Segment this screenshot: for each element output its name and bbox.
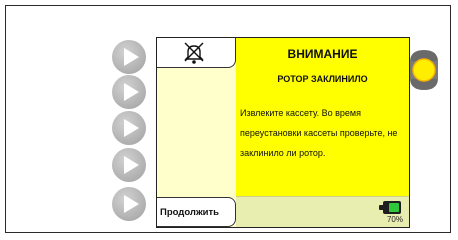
continue-button[interactable]: Продолжить — [157, 197, 236, 227]
alarm-title: ВНИМАНИЕ — [287, 47, 358, 61]
device-frame: Продолжить ВНИМАНИЕ РОТОР ЗАКЛИНИЛО Извл… — [5, 5, 451, 233]
softkey-1[interactable] — [112, 40, 146, 74]
battery-percent: 70% — [386, 215, 403, 224]
play-triangle-icon — [124, 119, 139, 137]
device-screen: Продолжить ВНИМАНИЕ РОТОР ЗАКЛИНИЛО Извл… — [156, 37, 410, 228]
battery-icon — [379, 201, 401, 214]
bell-crossed-icon — [184, 42, 204, 64]
alarm-silence-indicator — [157, 38, 236, 68]
softkey-4[interactable] — [112, 148, 146, 182]
status-bar: 70% — [236, 196, 409, 227]
play-triangle-icon — [124, 156, 139, 174]
softkey-5[interactable] — [112, 187, 146, 221]
alarm-subtitle: РОТОР ЗАКЛИНИЛО — [277, 74, 368, 84]
play-triangle-icon — [124, 48, 139, 66]
play-triangle-icon — [124, 83, 139, 101]
battery-fill — [389, 203, 399, 212]
play-triangle-icon — [124, 195, 139, 213]
alarm-message-panel: ВНИМАНИЕ РОТОР ЗАКЛИНИЛО Извлеките кассе… — [236, 38, 409, 196]
softkey-3[interactable] — [112, 111, 146, 145]
softkey-label-column: Продолжить — [157, 38, 236, 227]
alarm-light-icon — [407, 48, 441, 92]
alarm-instructions: Извлеките кассету. Во время переустановк… — [240, 108, 398, 158]
softkey-2[interactable] — [112, 75, 146, 109]
